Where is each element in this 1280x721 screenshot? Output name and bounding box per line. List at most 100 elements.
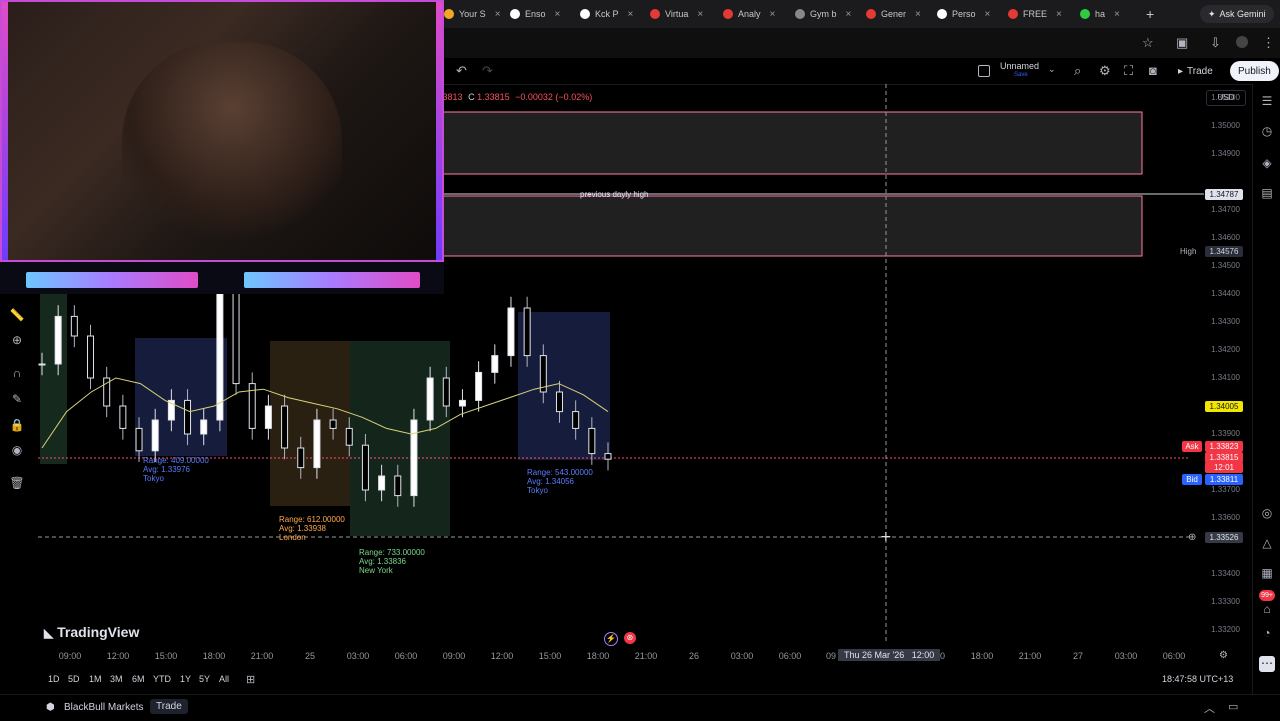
browser-tab[interactable]: Gym b × — [795, 4, 851, 24]
browser-tab[interactable]: Kck P × — [580, 4, 633, 24]
browser-tab[interactable]: Virtua × — [650, 4, 703, 24]
tab-close-icon[interactable]: × — [770, 9, 776, 20]
calendar-goto-icon[interactable]: ⊞ — [246, 673, 255, 686]
fullscreen-icon[interactable]: ⛶ — [1124, 63, 1133, 79]
ruler-icon[interactable]: 📏 — [9, 308, 25, 324]
range-button-5y[interactable]: 5Y — [199, 674, 210, 684]
layers-icon[interactable]: ◈ — [1259, 156, 1275, 172]
browser-tab[interactable]: Analy × — [723, 4, 775, 24]
lock-icon[interactable]: 🔒 — [9, 418, 25, 434]
calendar-icon[interactable]: ▦ — [1259, 566, 1275, 582]
chat-icon[interactable]: ▤ — [1259, 186, 1275, 202]
add-alert-icon[interactable]: ⊕ — [1188, 532, 1196, 543]
profile-avatar[interactable] — [1236, 36, 1248, 48]
magnet-icon[interactable]: ∩ — [9, 366, 25, 382]
range-button-ytd[interactable]: YTD — [153, 674, 171, 684]
layout-name[interactable]: Unnamed — [1000, 61, 1039, 71]
price-tick-label: 1.33600 — [1211, 513, 1240, 522]
candle-body — [523, 307, 531, 357]
bottom-trade-button[interactable]: Trade — [150, 699, 188, 714]
range-button-1d[interactable]: 1D — [48, 674, 60, 684]
tab-title: Gym b — [810, 9, 837, 19]
settings-gear-icon[interactable]: ⚙ — [1099, 63, 1111, 79]
range-button-1m[interactable]: 1M — [89, 674, 102, 684]
tab-close-icon[interactable]: × — [915, 9, 921, 20]
browser-menu-icon[interactable]: ⋮ — [1262, 35, 1275, 51]
clock-display[interactable]: 18:47:58 UTC+13 — [1162, 674, 1233, 684]
new-tab-button[interactable]: + — [1146, 6, 1154, 22]
range-button-1y[interactable]: 1Y — [180, 674, 191, 684]
publish-button[interactable]: Publish — [1230, 61, 1279, 81]
camera-snapshot-icon[interactable]: ◙ — [1149, 63, 1157, 78]
tab-favicon-icon — [866, 9, 876, 19]
layout-icon[interactable] — [978, 65, 990, 77]
time-tick-label: 03:00 — [346, 651, 370, 661]
time-tick-label: 06:00 — [1162, 651, 1186, 661]
more-apps-icon[interactable]: ⋯ — [1259, 656, 1275, 672]
tab-favicon-icon — [1008, 9, 1018, 19]
price-tick-label: 1.33200 — [1211, 625, 1240, 634]
browser-tab[interactable]: ha × — [1080, 4, 1120, 24]
candle-body — [491, 355, 499, 373]
undo-icon[interactable]: ↶ — [456, 63, 467, 79]
range-button-all[interactable]: All — [219, 674, 229, 684]
zoom-in-icon[interactable]: ⊕ — [9, 333, 25, 349]
ohlc-change-value: −0.00032 (−0.02%) — [515, 92, 593, 102]
tab-close-icon[interactable]: × — [1114, 9, 1120, 20]
session-name-text: Tokyo — [527, 486, 548, 495]
browser-tab[interactable]: FREE × — [1008, 4, 1062, 24]
time-tick-label: 27 — [1072, 651, 1084, 661]
tab-close-icon[interactable]: × — [495, 9, 501, 20]
time-tick-label: 09 — [825, 651, 837, 661]
panel-collapse-icon[interactable]: ︿ — [1204, 700, 1215, 716]
browser-tab[interactable]: Enso × — [510, 4, 560, 24]
notifications-icon[interactable]: ⌂ — [1259, 602, 1275, 618]
trade-button[interactable]: ▸ Trade — [1172, 61, 1219, 81]
price-tick-label: 1.35100 — [1211, 93, 1240, 102]
flash-icon[interactable]: ⚡ — [604, 632, 618, 646]
notifications-badge: 99+ — [1259, 590, 1275, 601]
alerts-clock-icon[interactable]: ◷ — [1259, 124, 1275, 140]
time-tick-label: 21:00 — [1018, 651, 1042, 661]
browser-tab[interactable]: Your S × — [444, 4, 501, 24]
target-icon[interactable]: ◎ — [1259, 506, 1275, 522]
range-button-3m[interactable]: 3M — [110, 674, 123, 684]
tab-close-icon[interactable]: × — [846, 9, 852, 20]
tab-close-icon[interactable]: × — [628, 9, 634, 20]
tab-close-icon[interactable]: × — [985, 9, 991, 20]
session-avg-text: Avg: 1.33976 — [143, 465, 191, 474]
bookmark-star-icon[interactable]: ☆ — [1142, 35, 1154, 51]
range-button-5d[interactable]: 5D — [68, 674, 80, 684]
help-icon[interactable]: ◔ — [1259, 626, 1275, 642]
ohlc-legend: 1.33813 C 1.33815 −0.00032 (−0.02%) — [430, 92, 592, 102]
tab-title: ha — [1095, 9, 1106, 19]
candle-body — [119, 405, 127, 429]
session-avg-text: Avg: 1.33938 — [279, 524, 327, 533]
tab-close-icon[interactable]: × — [1056, 9, 1062, 20]
panel-maximize-icon[interactable]: ▭ — [1228, 700, 1238, 713]
downloads-icon[interactable]: ⇩ — [1210, 35, 1221, 51]
tab-close-icon[interactable]: × — [697, 9, 703, 20]
broker-name[interactable]: BlackBull Markets — [64, 702, 143, 713]
redo-icon[interactable]: ↷ — [482, 63, 493, 79]
extension-icon[interactable]: ▣ — [1176, 35, 1188, 51]
eye-icon[interactable]: ◉ — [9, 443, 25, 459]
candle-body — [281, 405, 289, 449]
pencil-lock-icon[interactable]: ✎ — [9, 392, 25, 408]
browser-tab[interactable]: Gener × — [866, 4, 921, 24]
watchlist-icon[interactable]: ☰ — [1259, 94, 1275, 110]
browser-tab[interactable]: Perso × — [937, 4, 990, 24]
chevron-down-icon[interactable]: ⌄ — [1048, 64, 1056, 75]
search-icon[interactable]: ⌕ — [1074, 63, 1081, 79]
replay-icon[interactable]: ⊛ — [624, 632, 636, 644]
ideas-icon[interactable]: △ — [1259, 536, 1275, 552]
ask-gemini-button[interactable]: ✦ Ask Gemini — [1200, 5, 1274, 23]
time-axis-settings-icon[interactable]: ⚙ — [1219, 650, 1228, 661]
high-label: High — [1180, 247, 1197, 256]
trash-icon[interactable]: 🗑 — [9, 476, 25, 492]
tradingview-watermark: ◣ TradingView — [44, 624, 139, 640]
session-name-text: London — [279, 533, 306, 542]
tab-close-icon[interactable]: × — [555, 9, 561, 20]
range-button-6m[interactable]: 6M — [132, 674, 145, 684]
ohlc-close-value: 1.33815 — [477, 92, 510, 102]
